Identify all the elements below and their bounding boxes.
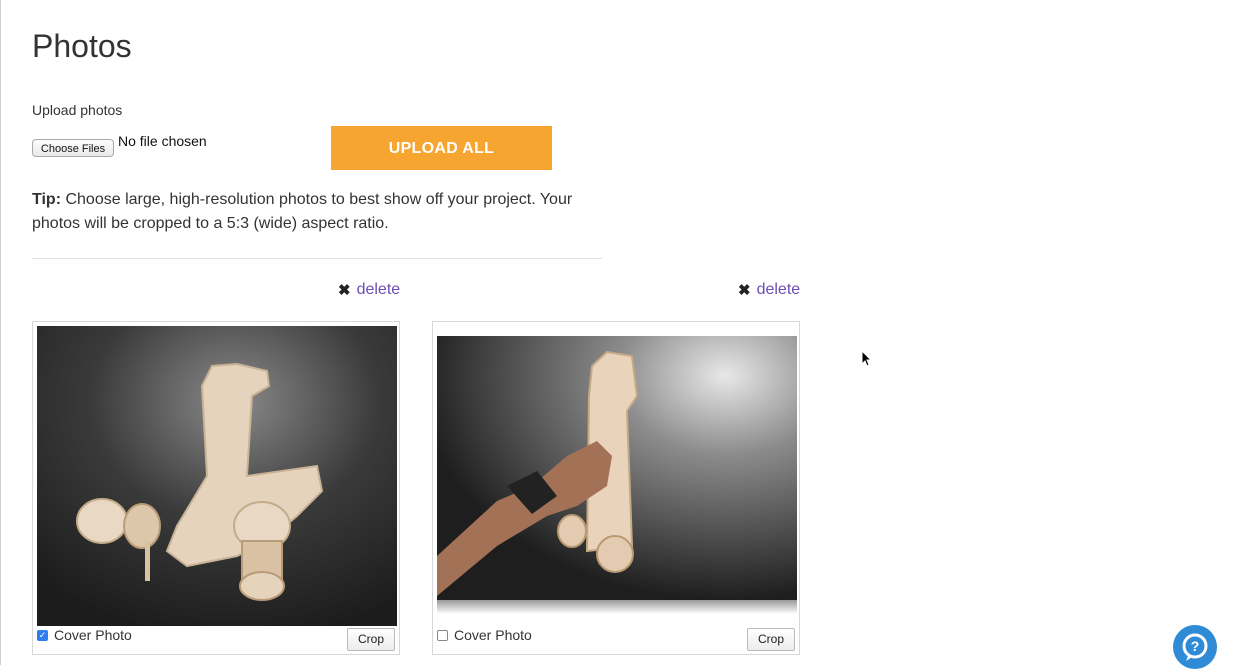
delete-photo-1-link[interactable]: ✖ delete xyxy=(338,278,400,302)
close-icon: ✖ xyxy=(338,282,351,299)
no-file-chosen-text: No file chosen xyxy=(118,133,207,149)
upload-photos-label: Upload photos xyxy=(32,102,123,118)
svg-text:?: ? xyxy=(1191,638,1200,654)
help-chat-button[interactable]: ? xyxy=(1173,625,1217,669)
crop-button[interactable]: Crop xyxy=(747,628,795,651)
cover-photo-checkbox[interactable]: ✓ xyxy=(37,629,48,641)
page-title: Photos xyxy=(32,28,132,64)
tip-label: Tip: xyxy=(32,191,62,208)
cover-photo-checkbox[interactable] xyxy=(437,629,448,641)
help-chat-icon: ? xyxy=(1182,633,1208,661)
delete-label: delete xyxy=(756,281,801,298)
upload-all-button[interactable]: UPLOAD ALL xyxy=(331,126,552,170)
photo-thumbnail-2 xyxy=(437,336,797,614)
cover-photo-label: Cover Photo xyxy=(454,627,532,643)
cover-photo-option-1[interactable]: ✓ Cover Photo xyxy=(37,627,132,643)
photo-thumbnail-1 xyxy=(37,326,397,626)
delete-photo-2-link[interactable]: ✖ delete xyxy=(738,278,800,302)
cover-photo-option-2[interactable]: Cover Photo xyxy=(437,627,532,643)
section-divider xyxy=(32,258,602,259)
cover-photo-label: Cover Photo xyxy=(54,627,132,643)
tip-body: Choose large, high-resolution photos to … xyxy=(32,191,573,232)
mouse-pointer-icon xyxy=(861,350,873,367)
delete-label: delete xyxy=(356,281,401,298)
photo-card-1: ✓ Cover Photo Crop xyxy=(32,321,400,655)
photo-card-2: Cover Photo Crop xyxy=(432,321,800,655)
choose-files-button[interactable]: Choose Files xyxy=(32,139,114,157)
page-left-border xyxy=(0,0,1,665)
tip-text: Tip: Choose large, high-resolution photo… xyxy=(32,188,612,236)
close-icon: ✖ xyxy=(738,282,751,299)
crop-button[interactable]: Crop xyxy=(347,628,395,651)
